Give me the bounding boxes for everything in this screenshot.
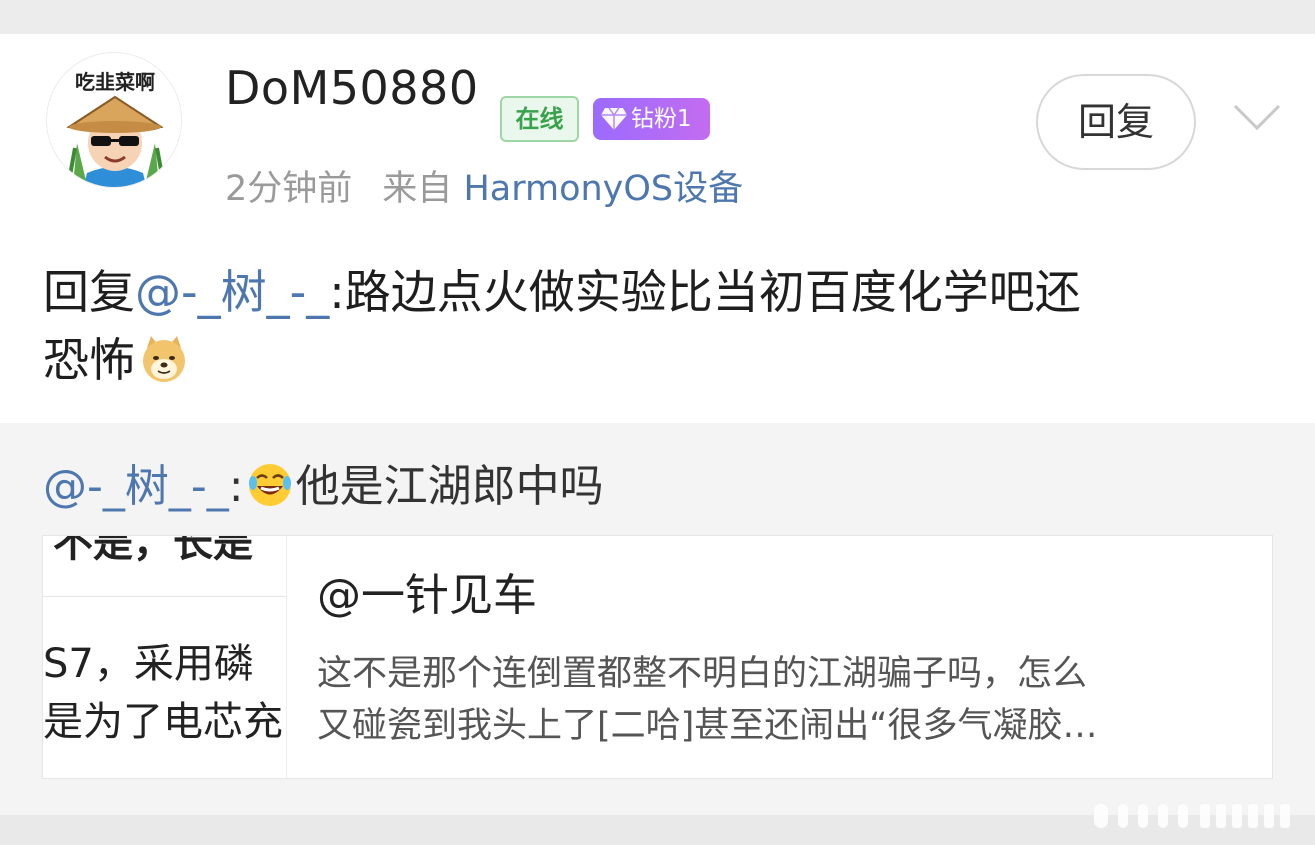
link-card-thumbnail: 不是，长是 S7，采用磷 是为了电芯充	[43, 536, 287, 778]
watermark-logo	[1094, 804, 1290, 828]
link-card-desc-line2: 又碰瓷到我头上了[二哈]甚至还闹出“很多气凝胶…	[317, 706, 1098, 746]
thumb-text-1: 不是，长是	[53, 536, 253, 566]
avatar[interactable]: 吃韭菜啊	[46, 52, 182, 188]
link-card-description: 这不是那个连倒置都整不明白的江湖骗子吗，怎么 又碰瓷到我头上了[二哈]甚至还闹出…	[317, 648, 1257, 752]
laugh-cry-emoji-icon	[248, 464, 291, 506]
top-strip	[0, 0, 1315, 34]
comment-content: 回复@-_树_-_:路边点火做实验比当初百度化学吧还 恐怖	[43, 258, 1278, 394]
username[interactable]: DoM50880	[225, 58, 479, 118]
content-text-line2: 恐怖	[43, 333, 135, 387]
content-mention[interactable]: @-_树_-_	[135, 265, 329, 319]
quoted-mention[interactable]: @-_树_-_	[43, 461, 229, 512]
thumb-text-3: 是为了电芯充	[43, 699, 283, 745]
post-meta: 2分钟前 来自 HarmonyOS设备	[225, 164, 743, 214]
source-device[interactable]: HarmonyOS设备	[463, 169, 743, 209]
online-badge: 在线	[500, 96, 579, 142]
link-card[interactable]: 不是，长是 S7，采用磷 是为了电芯充 @一针见车 这不是那个连倒置都整不明白的…	[42, 535, 1273, 779]
quoted-separator: :	[228, 461, 244, 512]
gem-icon	[601, 107, 627, 130]
thumb-text-2: S7，采用磷	[43, 641, 254, 687]
content-prefix: 回复	[43, 265, 135, 319]
thumb-divider	[43, 596, 286, 597]
link-card-title: @一针见车	[317, 570, 537, 621]
quoted-comment: @-_树_-_: 他是江湖郎中吗	[43, 455, 604, 519]
chevron-down-icon[interactable]	[1230, 96, 1284, 136]
source-prefix: 来自	[382, 169, 453, 209]
reply-button[interactable]: 回复	[1036, 74, 1196, 170]
link-card-desc-line1: 这不是那个连倒置都整不明白的江湖骗子吗，怎么	[317, 654, 1088, 694]
avatar-text: 吃韭菜啊	[75, 70, 155, 94]
post-time: 2分钟前	[225, 169, 353, 209]
fan-badge-label: 钻粉1	[631, 106, 692, 132]
fan-level-badge[interactable]: 钻粉1	[593, 98, 710, 140]
doge-emoji-icon	[143, 336, 185, 382]
quoted-text: 他是江湖郎中吗	[295, 461, 604, 512]
content-text-line1: :路边点火做实验比当初百度化学吧还	[329, 265, 1081, 319]
